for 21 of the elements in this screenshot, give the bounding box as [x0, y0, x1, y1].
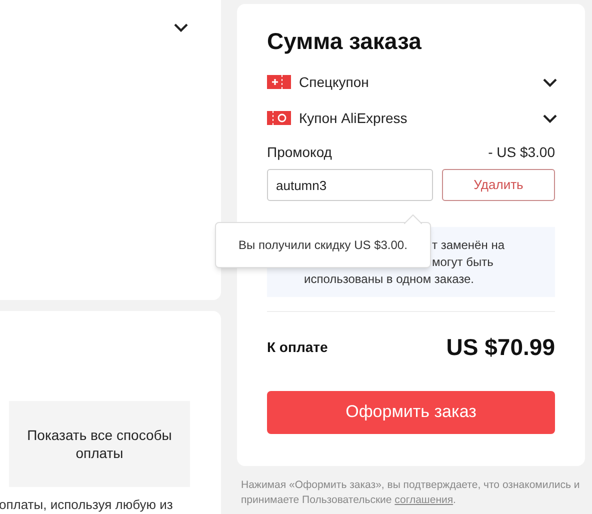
remove-button[interactable]: Удалить: [442, 169, 555, 201]
order-summary-title: Сумма заказа: [267, 27, 422, 56]
ticket-plus-icon: [267, 75, 291, 89]
coupon-label[interactable]: Купон AliExpress: [299, 108, 543, 128]
chevron-down-icon[interactable]: [543, 114, 557, 122]
coupon-label[interactable]: Спецкупон: [299, 72, 543, 92]
promo-label: Промокод: [267, 143, 332, 162]
checkout-button[interactable]: Оформить заказ: [267, 390, 555, 434]
chevron-down-icon[interactable]: [543, 78, 557, 86]
terms-text: Нажимая «Оформить заказ», вы подтверждаете, что ознакомились и принимаете Пользовательские соглашения.: [240, 478, 581, 508]
info-text-line: использованы в одном заказе.: [304, 270, 474, 288]
chevron-down-icon[interactable]: [174, 23, 188, 32]
info-text-line: могут быть: [432, 254, 494, 270]
show-payment-methods-button[interactable]: Показать все способы оплаты: [9, 401, 190, 487]
total-label: К оплате: [267, 338, 328, 357]
ticket-coin-icon: [267, 111, 291, 125]
promo-code-field[interactable]: autumn3: [267, 169, 433, 201]
info-text-line: т заменён на: [432, 236, 504, 254]
tooltip-text: Вы получили скидку US $3.00.: [238, 237, 408, 254]
promo-discount: - US $3.00: [488, 143, 555, 162]
total-amount: US $70.99: [446, 333, 555, 362]
